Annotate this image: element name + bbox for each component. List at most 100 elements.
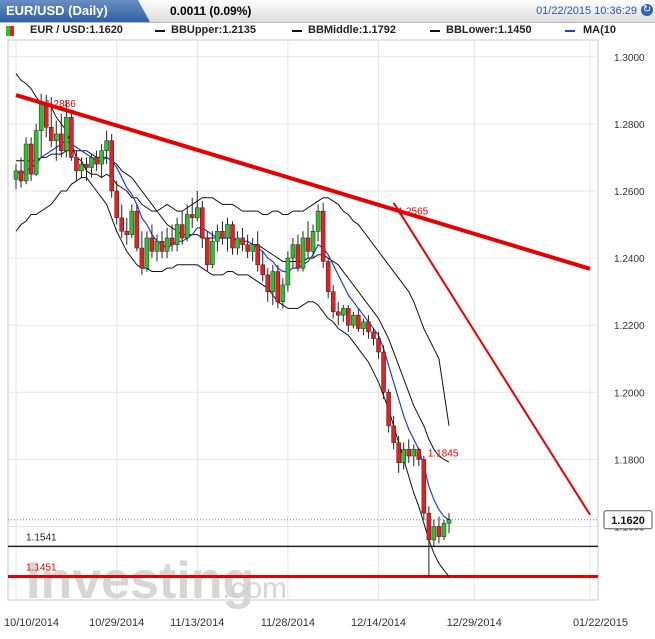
candle-up (89, 157, 94, 168)
price-annotation: 1.2886 (45, 99, 76, 110)
candle-down (84, 163, 89, 168)
candle-up (99, 150, 104, 165)
candle-up (401, 449, 406, 464)
candle-up (210, 241, 215, 266)
candle-down (124, 231, 130, 235)
candle-up (154, 241, 160, 252)
candle-up (270, 271, 276, 292)
candle-down (381, 351, 386, 393)
candle-down (325, 261, 331, 292)
price-annotation: 1.1845 (428, 448, 459, 459)
candle-down (59, 133, 64, 151)
candle-down (295, 244, 301, 269)
y-tick-label: 1.2200 (614, 321, 645, 332)
candle-up (33, 130, 39, 175)
candle-up (129, 210, 135, 235)
candle-down (406, 449, 411, 457)
candle-down (255, 244, 260, 266)
candle-down (416, 449, 422, 460)
candle-up (38, 103, 44, 131)
x-tick-label: 11/28/2014 (261, 617, 315, 629)
candle-up (235, 237, 240, 249)
level-label: 1.1541 (26, 532, 57, 543)
last-price-tag: 1.1620 (603, 510, 653, 530)
candle-down (169, 237, 175, 245)
candle-down (179, 224, 185, 239)
candle-down (240, 237, 245, 245)
level-label: 1.1451 (26, 563, 57, 574)
y-tick-label: 1.2000 (614, 388, 645, 399)
candle-down (391, 425, 396, 443)
candle-down (376, 338, 381, 353)
y-tick-label: 1.2400 (614, 254, 645, 265)
candle-up (13, 170, 19, 180)
candle-down (149, 237, 155, 252)
candle-down (245, 244, 250, 252)
x-tick-label: 01/22/2015 (573, 617, 628, 629)
y-tick-label: 1.2600 (614, 187, 645, 198)
candle-down (335, 311, 341, 316)
candle-up (361, 321, 366, 329)
x-tick-label: 12/14/2014 (351, 617, 406, 629)
candle-up (351, 314, 356, 326)
candle-up (215, 231, 220, 242)
candle-up (184, 214, 190, 239)
candle-down (305, 237, 311, 252)
candle-down (386, 392, 391, 427)
candle-up (431, 526, 437, 541)
candle-up (300, 237, 306, 269)
candle-down (265, 274, 271, 292)
x-axis: 10/10/2014 10/29/2014 11/13/2014 11/28/2014… (4, 617, 628, 629)
candle-down (134, 210, 140, 249)
candle-down (114, 190, 119, 219)
x-tick-label: 12/29/2014 (447, 617, 502, 629)
price-annotation: 1.2565 (398, 207, 429, 218)
candle-down (18, 170, 24, 182)
candle-up (164, 237, 170, 252)
y-tick-label: 1.1800 (614, 455, 645, 466)
last-price-label: 1.1620 (611, 515, 645, 527)
candle-down (356, 314, 361, 329)
candle-down (189, 214, 195, 219)
x-tick-label: 11/13/2014 (170, 617, 224, 629)
x-tick-label: 10/29/2014 (89, 617, 144, 629)
watermark-brand: Investing (26, 552, 254, 610)
candle-down (396, 442, 401, 464)
y-tick-label: 1.3000 (614, 53, 645, 64)
x-tick-label: 10/10/2014 (4, 617, 59, 629)
candle-up (144, 237, 150, 269)
candle-down (74, 157, 79, 172)
candle-down (94, 157, 99, 165)
candle-up (280, 284, 286, 302)
investing-watermark: Investing .com (26, 552, 287, 610)
candle-down (421, 459, 427, 514)
candle-up (441, 522, 447, 537)
candle-up (315, 210, 321, 232)
candle-up (285, 257, 291, 286)
candle-up (79, 163, 84, 172)
candle-up (446, 519, 452, 524)
candle-down (205, 237, 210, 266)
candle-down (119, 217, 124, 232)
candle-down (320, 210, 326, 262)
y-axis: 1.3000 1.2800 1.2600 1.2400 1.2200 1.2000 1.18… (614, 53, 645, 534)
candle-up (64, 116, 69, 151)
gridlines (8, 40, 598, 600)
candle-up (290, 244, 296, 259)
candle-up (104, 140, 109, 151)
candle-down (200, 207, 205, 239)
candle-down (69, 116, 74, 158)
candle-down (371, 331, 376, 339)
price-chart[interactable]: Investing .com 1.1541 1.1451 1.2886 1.2565 1… (0, 0, 655, 639)
candle-down (426, 512, 432, 541)
candle-down (346, 308, 351, 326)
candle-down (230, 224, 235, 249)
candle-down (28, 143, 34, 175)
candle-up (174, 224, 180, 245)
candle-down (330, 291, 336, 313)
candle-up (250, 244, 255, 252)
candle-up (341, 308, 346, 316)
candle-down (220, 231, 225, 239)
candle-down (48, 126, 54, 141)
candle-down (260, 264, 265, 276)
